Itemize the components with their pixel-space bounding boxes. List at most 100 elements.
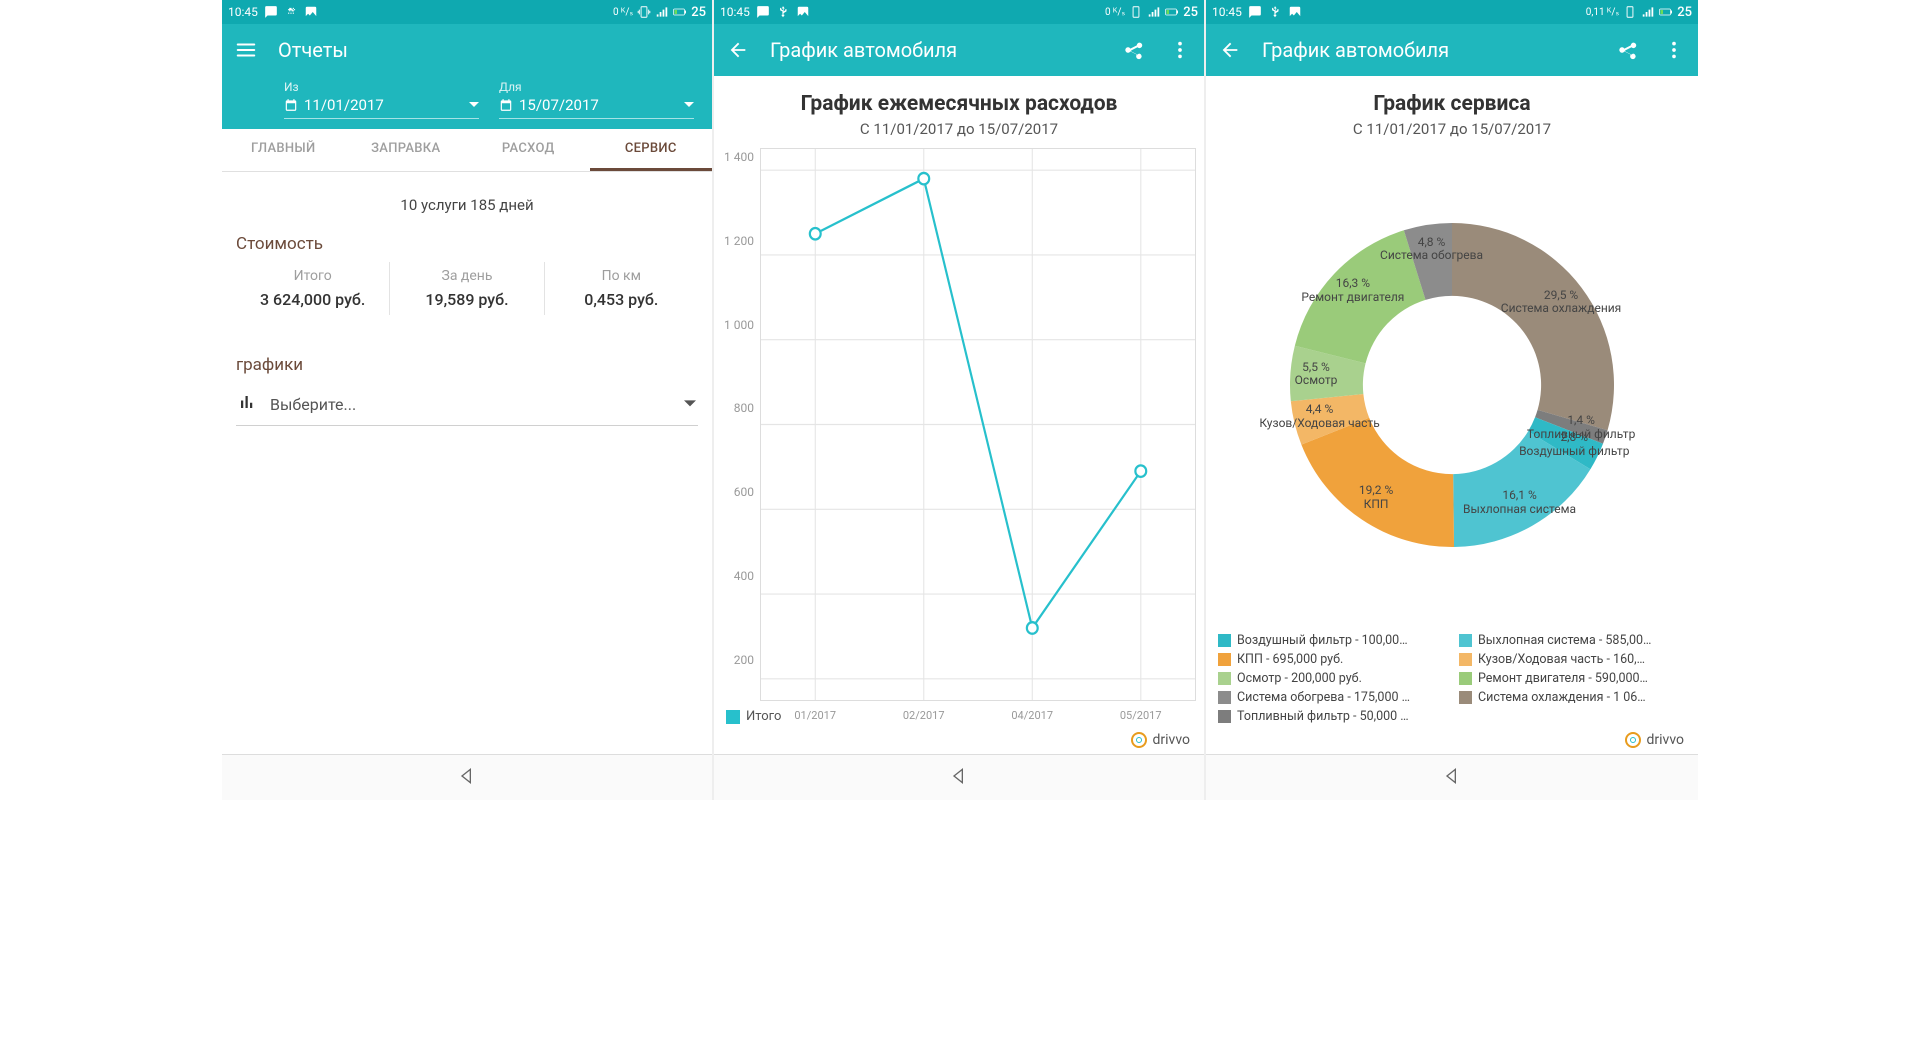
- brand-footer: drivvo: [714, 728, 1204, 754]
- chart-subtitle: С 11/01/2017 до 15/07/2017: [722, 120, 1196, 138]
- vibrate-icon: [1623, 5, 1637, 19]
- chevron-down-icon: [469, 96, 479, 114]
- back-icon[interactable]: [724, 36, 752, 64]
- page-title: Отчеты: [278, 38, 348, 62]
- legend-item: КПП - 695,000 руб.: [1218, 652, 1445, 667]
- line-chart: 1 4001 2001 000800600400200 01/201702/20…: [714, 142, 1204, 703]
- status-data-rate: 0 ᴷ/ₛ: [1105, 7, 1125, 18]
- android-nav-bar: [222, 754, 712, 800]
- share-icon[interactable]: [1614, 36, 1642, 64]
- legend-item: Система охлаждения - 1 06…: [1459, 690, 1686, 705]
- status-bar: 10:45 0 ᴷ/ₛ 25: [222, 0, 712, 24]
- signal-icon: [655, 5, 669, 19]
- back-nav-icon[interactable]: [1442, 766, 1462, 790]
- donut-legend: Воздушный фильтр - 100,00… Выхлопная сис…: [1206, 627, 1698, 728]
- status-time: 10:45: [228, 5, 258, 19]
- app-bar: График автомобиля: [714, 24, 1204, 76]
- tab-refuel[interactable]: ЗАПРАВКА: [345, 129, 468, 171]
- report-content: 10 услуги 185 дней Стоимость Итого 3 624…: [222, 172, 712, 436]
- menu-icon[interactable]: [232, 36, 260, 64]
- date-to-label: Для: [499, 80, 694, 94]
- chart-header: График сервиса С 11/01/2017 до 15/07/201…: [1206, 76, 1698, 142]
- chevron-down-icon: [684, 96, 694, 114]
- screen-reports: 10:45 0 ᴷ/ₛ 25 Отчеты Из: [222, 0, 714, 800]
- signal-icon: [1147, 5, 1161, 19]
- drivvo-logo-icon: [1131, 732, 1147, 748]
- calendar-icon: [284, 98, 298, 112]
- status-battery: 25: [1183, 5, 1198, 20]
- chart-selector-placeholder: Выберите...: [270, 395, 356, 414]
- legend-item: Выхлопная система - 585,00…: [1459, 633, 1686, 648]
- more-icon[interactable]: [1660, 36, 1688, 64]
- date-from-value: 11/01/2017: [304, 96, 384, 114]
- drivvo-logo-icon: [1625, 732, 1641, 748]
- chart-title: График ежемесячных расходов: [722, 92, 1196, 116]
- android-nav-bar: [714, 754, 1204, 800]
- more-icon[interactable]: [1166, 36, 1194, 64]
- cost-per-km-value: 0,453 руб.: [549, 290, 694, 309]
- cost-per-day-label: За день: [394, 268, 539, 284]
- battery-icon: [673, 5, 687, 19]
- brand-name: drivvo: [1153, 732, 1191, 748]
- chat-icon: [1248, 5, 1262, 19]
- app-bar: Отчеты Из 11/01/2017 Для 15/07/2017: [222, 24, 712, 129]
- battery-icon: [1165, 5, 1179, 19]
- chart-selector[interactable]: Выберите...: [236, 383, 698, 426]
- brand-name: drivvo: [1647, 732, 1685, 748]
- y-axis: 1 4001 2001 000800600400200: [722, 148, 760, 701]
- legend-item: Ремонт двигателя - 590,000…: [1459, 671, 1686, 686]
- android-nav-bar: [1206, 754, 1698, 800]
- usb-icon: [776, 5, 790, 19]
- date-to-picker[interactable]: Для 15/07/2017: [499, 80, 694, 119]
- status-time: 10:45: [720, 5, 750, 19]
- bar-chart-icon: [238, 393, 256, 415]
- cost-per-day-value: 19,589 руб.: [394, 290, 539, 309]
- brand-footer: drivvo: [1206, 728, 1698, 754]
- screen-donut-chart: 10:45 0,11 ᴷ/ₛ 25 График автомобиля: [1206, 0, 1698, 800]
- chart-subtitle: С 11/01/2017 до 15/07/2017: [1214, 120, 1690, 138]
- summary-text: 10 услуги 185 дней: [236, 188, 698, 228]
- status-battery: 25: [1677, 5, 1692, 20]
- cost-total-label: Итого: [240, 268, 385, 284]
- vibrate-icon: [1129, 5, 1143, 19]
- date-from-picker[interactable]: Из 11/01/2017: [284, 80, 479, 119]
- status-bar: 10:45 0,11 ᴷ/ₛ 25: [1206, 0, 1698, 24]
- share-icon[interactable]: [1120, 36, 1148, 64]
- usb-icon: [1268, 5, 1282, 19]
- chart-title: График сервиса: [1214, 92, 1690, 116]
- cost-per-km: По км 0,453 руб.: [544, 262, 698, 315]
- page-title: График автомобиля: [1262, 38, 1449, 62]
- charts-section-title: графики: [236, 355, 698, 375]
- status-bar: 10:45 0 ᴷ/ₛ 25: [714, 0, 1204, 24]
- chat-icon: [756, 5, 770, 19]
- screen-line-chart: 10:45 0 ᴷ/ₛ 25 График автомобиля: [714, 0, 1206, 800]
- tab-main[interactable]: ГЛАВНЫЙ: [222, 129, 345, 171]
- cost-total: Итого 3 624,000 руб.: [236, 262, 389, 315]
- legend-swatch: [726, 710, 740, 724]
- back-nav-icon[interactable]: [949, 766, 969, 790]
- status-time: 10:45: [1212, 5, 1242, 19]
- status-data-rate: 0 ᴷ/ₛ: [613, 7, 633, 18]
- chevron-down-icon: [684, 395, 696, 414]
- legend-item: Система обогрева - 175,000 …: [1218, 690, 1445, 705]
- page-title: График автомобиля: [770, 38, 957, 62]
- back-nav-icon[interactable]: [457, 766, 477, 790]
- signal-icon: [1641, 5, 1655, 19]
- back-icon[interactable]: [1216, 36, 1244, 64]
- picture-icon: [796, 5, 810, 19]
- date-to-value: 15/07/2017: [519, 96, 599, 114]
- tab-expense[interactable]: РАСХОД: [467, 129, 590, 171]
- cost-per-km-label: По км: [549, 268, 694, 284]
- legend-item: Кузов/Ходовая часть - 160,…: [1459, 652, 1686, 667]
- legend-item: Воздушный фильтр - 100,00…: [1218, 633, 1445, 648]
- tab-service[interactable]: СЕРВИС: [590, 129, 713, 171]
- usb-icon: [284, 5, 298, 19]
- picture-icon: [1288, 5, 1302, 19]
- picture-icon: [304, 5, 318, 19]
- cost-row: Итого 3 624,000 руб. За день 19,589 руб.…: [236, 262, 698, 315]
- cost-per-day: За день 19,589 руб.: [389, 262, 543, 315]
- battery-icon: [1659, 5, 1673, 19]
- status-battery: 25: [691, 5, 706, 20]
- cost-section-title: Стоимость: [236, 234, 698, 254]
- cost-total-value: 3 624,000 руб.: [240, 290, 385, 309]
